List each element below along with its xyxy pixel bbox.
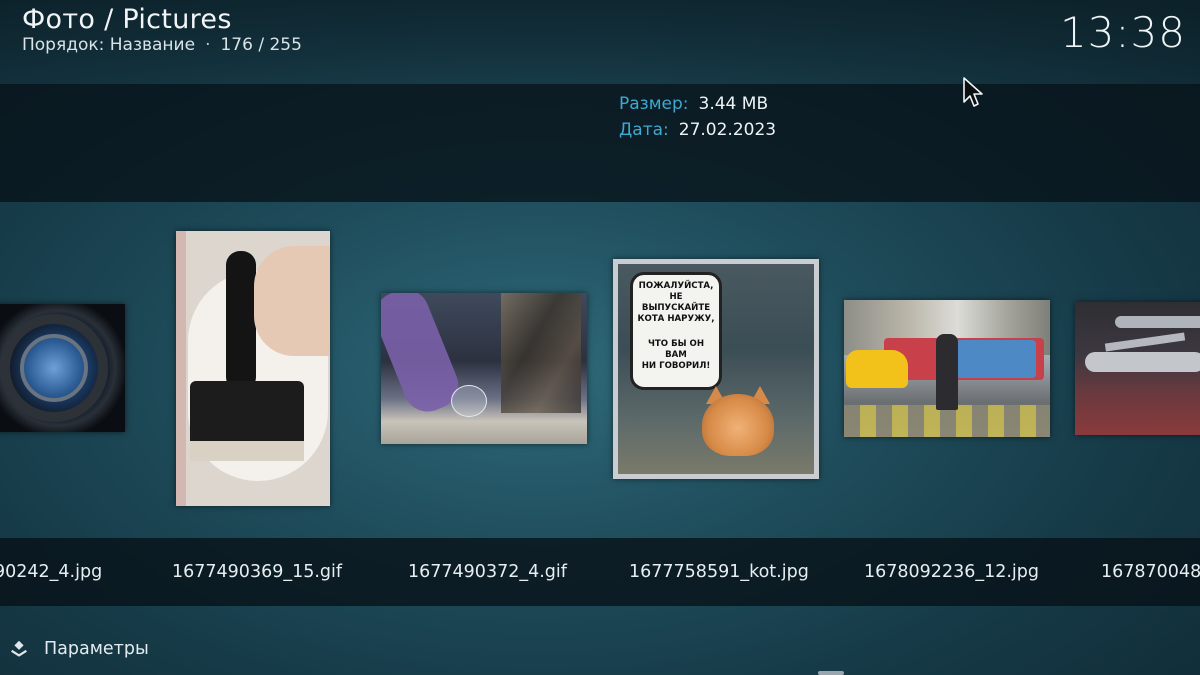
sort-order-label: Порядок: Название: [22, 35, 196, 55]
date-info: Дата: 27.02.2023: [619, 120, 776, 140]
earth-view-icon: [20, 334, 88, 402]
cat-icon: [702, 394, 774, 456]
thumbnail-cat-window[interactable]: ПОЖАЛУЙСТА, НЕ ВЫПУСКАЙТЕ КОТА НАРУЖУ, Ч…: [613, 259, 819, 479]
thumbnail-airplanes[interactable]: [1075, 302, 1200, 435]
settings-icon: [11, 640, 27, 657]
scraper-handle-icon: [226, 251, 256, 391]
pedestrian-icon: [936, 334, 958, 410]
thumbnail-label[interactable]: 1677490372_4.gif: [408, 562, 567, 582]
bubble-icon: [451, 385, 487, 417]
airplane-icon: [1085, 352, 1200, 372]
size-info: Размер: 3.44 MB: [619, 94, 768, 114]
separator-dot: ·: [205, 35, 211, 55]
thumbnail-space-station[interactable]: [0, 304, 125, 432]
date-key: Дата:: [619, 120, 669, 140]
page-title: Фото / Pictures: [22, 4, 232, 35]
clock: 13:38: [1059, 8, 1186, 57]
parameters-label: Параметры: [44, 639, 149, 659]
parameters-button[interactable]: Параметры: [8, 638, 149, 660]
mouse-cursor-icon: [963, 77, 983, 107]
thumbnail-label[interactable]: 90242_4.jpg: [0, 562, 102, 582]
item-position: 176 / 255: [220, 35, 302, 55]
thumbnail-street-tram[interactable]: [844, 300, 1050, 437]
header: Фото / Pictures Порядок: Название · 176 / …: [0, 0, 1200, 84]
thumbnail-label[interactable]: 1677758591_kot.jpg: [629, 562, 809, 582]
warning-sign: ПОЖАЛУЙСТА, НЕ ВЫПУСКАЙТЕ КОТА НАРУЖУ, Ч…: [630, 272, 722, 390]
thumbnail-label[interactable]: 1678092236_12.jpg: [864, 562, 1039, 582]
scroll-handle[interactable]: [818, 671, 844, 675]
hand-icon: [254, 246, 330, 356]
size-key: Размер:: [619, 94, 689, 114]
date-value: 27.02.2023: [678, 120, 777, 140]
taxi-icon: [846, 350, 908, 388]
sort-and-position: Порядок: Название · 176 / 255: [22, 35, 302, 55]
thumbnail-label[interactable]: 1678700484: [1101, 562, 1200, 582]
thumbnail-label[interactable]: 1677490369_15.gif: [172, 562, 342, 582]
thumbnail-scraper-gif[interactable]: [176, 231, 330, 506]
thumbnail-glove-bubble-gif[interactable]: [381, 293, 587, 444]
info-panel: [0, 84, 1200, 202]
size-value: 3.44 MB: [698, 94, 769, 114]
